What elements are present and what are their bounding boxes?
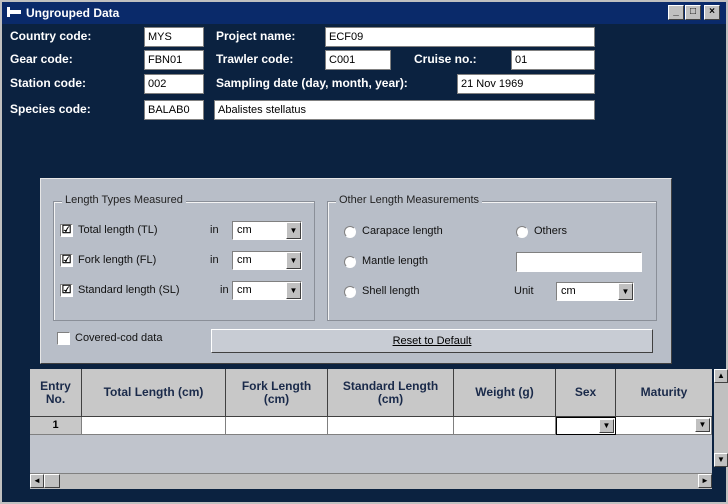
scroll-down-icon[interactable]: ▼ xyxy=(714,453,728,467)
total-length-label: Total length (TL) xyxy=(78,224,158,236)
country-code-field[interactable]: MYS xyxy=(144,27,204,47)
gear-code-label: Gear code: xyxy=(10,52,73,66)
mantle-length-radio[interactable] xyxy=(344,256,356,268)
fork-length-unit-value: cm xyxy=(237,254,252,266)
maximize-button[interactable]: □ xyxy=(685,5,701,20)
fork-length-checkbox[interactable]: ☑ xyxy=(60,254,73,267)
sampling-date-label: Sampling date (day, month, year): xyxy=(216,76,408,90)
standard-length-unit-select[interactable]: cm ▼ xyxy=(232,281,302,300)
title-bar[interactable]: Ungrouped Data _ □ × xyxy=(2,2,726,24)
others-radio[interactable] xyxy=(516,226,528,238)
covered-cod-label: Covered-cod data xyxy=(75,332,163,344)
reset-to-default-button[interactable]: Reset to Default xyxy=(211,329,653,353)
length-types-title: Length Types Measured xyxy=(62,194,186,206)
horizontal-scrollbar[interactable]: ◄ ► xyxy=(30,473,712,489)
ungrouped-data-window: Ungrouped Data _ □ × Country code: MYS P… xyxy=(0,0,728,504)
scroll-up-icon[interactable]: ▲ xyxy=(714,369,728,383)
standard-length-label: Standard length (SL) xyxy=(78,284,180,296)
shell-length-label: Shell length xyxy=(362,285,420,297)
app-icon xyxy=(7,7,21,17)
scroll-left-icon[interactable]: ◄ xyxy=(30,474,44,488)
in-label: in xyxy=(210,254,219,266)
country-code-label: Country code: xyxy=(10,29,92,43)
close-button[interactable]: × xyxy=(704,5,720,20)
vertical-scrollbar[interactable]: ▲ ▼ xyxy=(714,369,728,467)
unit-label: Unit xyxy=(514,285,534,297)
length-types-group: Length Types Measured ☑ Total length (TL… xyxy=(53,194,315,321)
in-label: in xyxy=(210,224,219,236)
carapace-length-label: Carapace length xyxy=(362,225,443,237)
others-label: Others xyxy=(534,225,568,237)
total-length-unit-select[interactable]: cm ▼ xyxy=(232,221,302,240)
total-length-cell[interactable] xyxy=(82,417,226,435)
shell-length-radio[interactable] xyxy=(344,286,356,298)
project-name-label: Project name: xyxy=(216,29,296,43)
window-title: Ungrouped Data xyxy=(26,6,120,20)
minimize-button[interactable]: _ xyxy=(668,5,684,20)
station-code-field[interactable]: 002 xyxy=(144,74,204,94)
total-length-checkbox[interactable]: ☑ xyxy=(60,224,73,237)
chevron-down-icon[interactable]: ▼ xyxy=(695,418,710,432)
other-lengths-title: Other Length Measurements xyxy=(336,194,483,206)
column-header-sex[interactable]: Sex xyxy=(556,369,616,417)
sampling-date-field[interactable]: 21 Nov 1969 xyxy=(457,74,595,94)
gear-code-field[interactable]: FBN01 xyxy=(144,50,204,70)
chevron-down-icon[interactable]: ▼ xyxy=(618,283,633,300)
data-grid: Entry No. Total Length (cm) Fork Length … xyxy=(30,369,712,489)
standard-length-checkbox[interactable]: ☑ xyxy=(60,284,73,297)
cruise-no-field[interactable]: 01 xyxy=(511,50,595,70)
column-header-standard-length[interactable]: Standard Length (cm) xyxy=(328,369,454,417)
chevron-down-icon[interactable]: ▼ xyxy=(599,419,614,433)
species-name-field[interactable]: Abalistes stellatus xyxy=(214,100,595,120)
reset-button-label: Reset to Default xyxy=(392,335,472,347)
mantle-length-label: Mantle length xyxy=(362,255,429,267)
standard-length-cell[interactable] xyxy=(328,417,454,435)
scroll-thumb[interactable] xyxy=(44,474,60,488)
fork-length-cell[interactable] xyxy=(226,417,328,435)
other-unit-select[interactable]: cm ▼ xyxy=(556,282,634,301)
others-text-field[interactable] xyxy=(516,252,642,272)
trawler-code-field[interactable]: C001 xyxy=(325,50,391,70)
fork-length-unit-select[interactable]: cm ▼ xyxy=(232,251,302,270)
project-name-field[interactable]: ECF09 xyxy=(325,27,595,47)
row-entry-number: 1 xyxy=(30,417,82,435)
other-lengths-group: Other Length Measurements Carapace lengt… xyxy=(327,194,657,321)
trawler-code-label: Trawler code: xyxy=(216,52,294,66)
sex-cell[interactable]: ▼ xyxy=(556,417,616,435)
fork-length-label: Fork length (FL) xyxy=(78,254,157,266)
standard-length-unit-value: cm xyxy=(237,284,252,296)
maturity-cell[interactable]: ▼ xyxy=(616,417,712,435)
column-header-entry-no[interactable]: Entry No. xyxy=(30,369,82,417)
total-length-unit-value: cm xyxy=(237,224,252,236)
scroll-right-icon[interactable]: ► xyxy=(698,474,712,488)
length-options-panel: Length Types Measured ☑ Total length (TL… xyxy=(40,178,672,364)
station-code-label: Station code: xyxy=(10,76,87,90)
chevron-down-icon[interactable]: ▼ xyxy=(286,222,301,239)
column-header-weight[interactable]: Weight (g) xyxy=(454,369,556,417)
column-header-fork-length[interactable]: Fork Length (cm) xyxy=(226,369,328,417)
weight-cell[interactable] xyxy=(454,417,556,435)
covered-cod-checkbox[interactable] xyxy=(57,332,70,345)
chevron-down-icon[interactable]: ▼ xyxy=(286,282,301,299)
column-header-total-length[interactable]: Total Length (cm) xyxy=(82,369,226,417)
cruise-no-label: Cruise no.: xyxy=(414,52,477,66)
other-unit-value: cm xyxy=(561,285,576,297)
species-code-field[interactable]: BALAB0 xyxy=(144,100,204,120)
column-header-maturity[interactable]: Maturity xyxy=(616,369,712,417)
species-code-label: Species code: xyxy=(10,102,91,116)
in-label: in xyxy=(220,284,229,296)
chevron-down-icon[interactable]: ▼ xyxy=(286,252,301,269)
carapace-length-radio[interactable] xyxy=(344,226,356,238)
